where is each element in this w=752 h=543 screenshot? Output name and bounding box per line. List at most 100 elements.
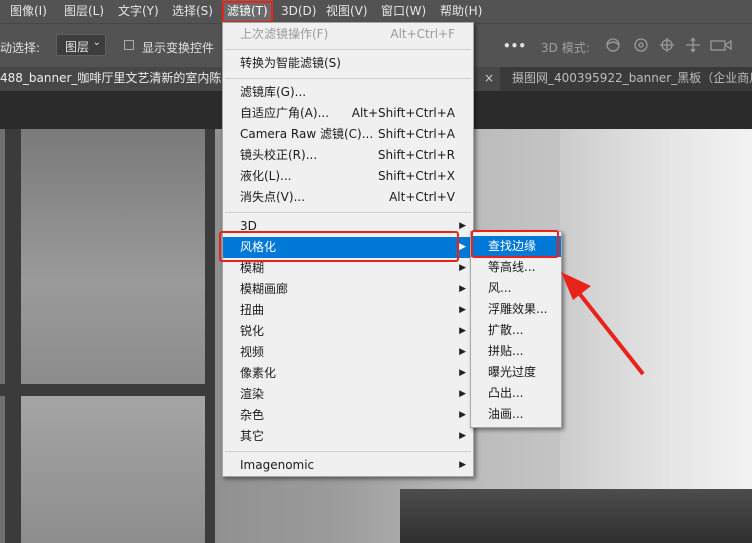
menu-item-label: 视频 xyxy=(240,345,265,359)
menu-item-distort[interactable]: 扭曲 ▶ xyxy=(223,300,473,321)
menu-help[interactable]: 帮助(H) xyxy=(440,0,482,23)
menu-item-label: Camera Raw 滤镜(C)... xyxy=(240,127,374,141)
menu-item-pixelate[interactable]: 像素化 ▶ xyxy=(223,363,473,384)
submenu-item-tiles[interactable]: 拼贴... xyxy=(471,341,561,362)
submenu-arrow-icon: ▶ xyxy=(459,410,466,420)
3d-mode-icons xyxy=(606,37,732,53)
submenu-item-label: 风... xyxy=(488,281,512,295)
menu-divider xyxy=(225,49,471,50)
menu-item-filter-gallery[interactable]: 滤镜库(G)... xyxy=(223,82,473,103)
3d-roll-icon[interactable] xyxy=(634,38,648,52)
menu-item-shortcut: Alt+Shift+Ctrl+A xyxy=(351,106,455,120)
window-frame xyxy=(0,384,215,396)
window-frame xyxy=(205,129,215,543)
menu-item-shortcut: Alt+Ctrl+F xyxy=(390,27,455,41)
menu-item-imagenomic[interactable]: Imagenomic ▶ xyxy=(223,455,473,476)
auto-select-label: 动选择: xyxy=(0,41,41,55)
tab-document-2[interactable]: 摄图网_400395922_banner_黑板（企业商用 xyxy=(500,67,752,91)
menu-item-noise[interactable]: 杂色 ▶ xyxy=(223,405,473,426)
menu-item-label: 消失点(V)... xyxy=(240,190,306,204)
window-frame xyxy=(5,129,21,543)
window-pane xyxy=(21,396,205,543)
3d-scale-icon[interactable] xyxy=(710,39,732,51)
stylize-submenu: 查找边缘 等高线... 风... 浮雕效果... 扩散... 拼贴... 曝光过… xyxy=(470,231,562,428)
menu-item-last-filter[interactable]: 上次滤镜操作(F) Alt+Ctrl+F xyxy=(223,24,473,45)
submenu-item-contour[interactable]: 等高线... xyxy=(471,257,561,278)
menu-layer[interactable]: 图层(L) xyxy=(64,0,104,23)
submenu-arrow-icon: ▶ xyxy=(459,305,466,315)
submenu-arrow-icon: ▶ xyxy=(459,368,466,378)
submenu-item-label: 曝光过度 xyxy=(488,365,537,379)
show-transform-label: 显示变换控件 xyxy=(142,41,215,55)
window-pane xyxy=(21,129,205,384)
chevron-down-icon: ⌄ xyxy=(92,37,101,48)
show-transform-checkbox[interactable] xyxy=(124,40,134,50)
menu-item-label: 渲染 xyxy=(240,387,265,401)
menu-item-label: 杂色 xyxy=(240,408,265,422)
menu-item-label: 扭曲 xyxy=(240,303,265,317)
menu-type[interactable]: 文字(Y) xyxy=(118,0,159,23)
menu-item-label: 滤镜库(G)... xyxy=(240,85,307,99)
submenu-item-wind[interactable]: 风... xyxy=(471,278,561,299)
close-icon[interactable]: × xyxy=(484,67,494,91)
stylize-annotation-box xyxy=(219,231,459,262)
menu-item-sharpen[interactable]: 锐化 ▶ xyxy=(223,321,473,342)
menu-item-shortcut: Alt+Ctrl+V xyxy=(389,190,455,204)
find-edges-annotation-box xyxy=(471,230,559,258)
submenu-item-oil-paint[interactable]: 油画... xyxy=(471,404,561,425)
menu-item-shortcut: Shift+Ctrl+R xyxy=(377,148,455,162)
submenu-item-emboss[interactable]: 浮雕效果... xyxy=(471,299,561,320)
menu-divider xyxy=(225,212,471,213)
submenu-arrow-icon: ▶ xyxy=(459,221,466,231)
submenu-arrow-icon: ▶ xyxy=(459,460,466,470)
submenu-arrow-icon: ▶ xyxy=(459,242,466,252)
menu-item-label: 液化(L)... xyxy=(240,169,292,183)
menu-item-camera-raw[interactable]: Camera Raw 滤镜(C)... Shift+Ctrl+A xyxy=(223,124,473,145)
menu-item-label: 镜头校正(R)... xyxy=(240,148,318,162)
submenu-item-label: 浮雕效果... xyxy=(488,302,548,316)
submenu-item-label: 凸出... xyxy=(488,386,524,400)
filter-menu-annotation-box xyxy=(222,1,273,23)
menu-bar: 图像(I) 图层(L) 文字(Y) 选择(S) 滤镜(T) 3D(D) 视图(V… xyxy=(0,0,752,23)
3d-slide-icon[interactable] xyxy=(686,37,700,53)
submenu-arrow-icon: ▶ xyxy=(459,347,466,357)
menu-image[interactable]: 图像(I) xyxy=(10,0,47,23)
more-options-icon[interactable]: ••• xyxy=(503,39,526,53)
submenu-item-label: 扩散... xyxy=(488,323,524,337)
menu-item-liquify[interactable]: 液化(L)... Shift+Ctrl+X xyxy=(223,166,473,187)
auto-select-dropdown[interactable]: 图层 ⌄ xyxy=(56,34,106,56)
menu-view[interactable]: 视图(V) xyxy=(326,0,368,23)
submenu-arrow-icon: ▶ xyxy=(459,389,466,399)
menu-item-lens-correction[interactable]: 镜头校正(R)... Shift+Ctrl+R xyxy=(223,145,473,166)
menu-3d[interactable]: 3D(D) xyxy=(281,0,316,23)
menu-item-blur-gallery[interactable]: 模糊画廊 ▶ xyxy=(223,279,473,300)
submenu-item-diffuse[interactable]: 扩散... xyxy=(471,320,561,341)
menu-item-video[interactable]: 视频 ▶ xyxy=(223,342,473,363)
menu-item-label: Imagenomic xyxy=(240,458,315,472)
menu-item-shortcut: Shift+Ctrl+A xyxy=(378,127,455,141)
submenu-arrow-icon: ▶ xyxy=(459,326,466,336)
menu-item-adaptive-wide-angle[interactable]: 自适应广角(A)... Alt+Shift+Ctrl+A xyxy=(223,103,473,124)
3d-pan-icon[interactable] xyxy=(660,38,674,52)
menu-item-label: 其它 xyxy=(240,429,265,443)
3d-orbit-icon[interactable] xyxy=(606,38,620,52)
submenu-item-label: 等高线... xyxy=(488,260,536,274)
menu-item-other[interactable]: 其它 ▶ xyxy=(223,426,473,447)
menu-window[interactable]: 窗口(W) xyxy=(381,0,426,23)
submenu-item-extrude[interactable]: 凸出... xyxy=(471,383,561,404)
menu-item-label: 转换为智能滤镜(S) xyxy=(240,56,341,70)
menu-item-label: 上次滤镜操作(F) xyxy=(240,27,329,41)
submenu-arrow-icon: ▶ xyxy=(459,263,466,273)
menu-item-render[interactable]: 渲染 ▶ xyxy=(223,384,473,405)
menu-item-convert-smart-filter[interactable]: 转换为智能滤镜(S) xyxy=(223,53,473,74)
menu-item-vanishing-point[interactable]: 消失点(V)... Alt+Ctrl+V xyxy=(223,187,473,208)
submenu-item-solarize[interactable]: 曝光过度 xyxy=(471,362,561,383)
submenu-item-label: 油画... xyxy=(488,407,524,421)
submenu-arrow-icon: ▶ xyxy=(459,431,466,441)
menu-select[interactable]: 选择(S) xyxy=(172,0,213,23)
submenu-item-label: 拼贴... xyxy=(488,344,524,358)
menu-item-shortcut: Shift+Ctrl+X xyxy=(378,169,455,183)
auto-select-value: 图层 xyxy=(65,40,90,54)
menu-item-label: 锐化 xyxy=(240,324,265,338)
menu-item-label: 模糊画廊 xyxy=(240,282,289,296)
